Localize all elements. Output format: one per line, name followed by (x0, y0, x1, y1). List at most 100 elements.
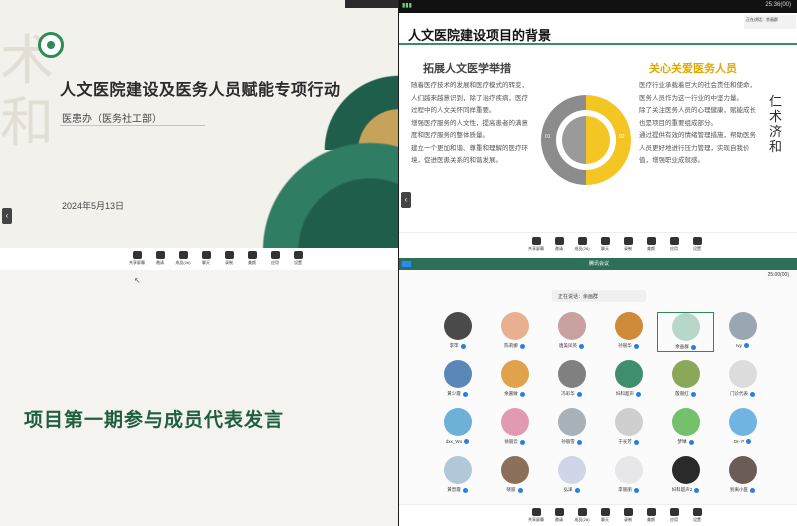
divider (60, 125, 205, 126)
participant-tile[interactable]: 晓丽 (486, 456, 543, 496)
participant-tile[interactable]: 梦琳 (657, 408, 714, 448)
members-icon (577, 508, 587, 516)
avatar (500, 408, 529, 436)
participant-tile[interactable]: 别离小医 (714, 456, 771, 496)
settings-button[interactable]: 设置 (688, 237, 706, 252)
mic-status-icon (633, 439, 639, 445)
participant-tile[interactable]: 孙丽华 (600, 312, 657, 352)
share-panel-headline-slide: ↖ 项目第一期参与成员代表发言 (0, 270, 398, 526)
participant-name-text: 冯彩华 (561, 391, 575, 396)
record-button[interactable]: 录制 (619, 508, 637, 523)
avatar (557, 360, 586, 388)
participant-name: 别离小医 (730, 487, 755, 493)
participant-tile[interactable]: 妇科超声 (600, 360, 657, 400)
ginkgo-leaf-decoration-2 (250, 120, 398, 250)
chat-button[interactable]: 聊天 (596, 237, 614, 252)
prev-slide-arrow-icon[interactable]: ‹ (2, 208, 12, 224)
chat-button[interactable]: 聊天 (596, 508, 614, 523)
participant-name-text: 李丽丽 (618, 487, 632, 492)
effects-icon (646, 508, 656, 516)
right-bullet-list: 医疗行业承载着巨大的社会责任和使命，医务人员作为这一行业的中坚力量。 除了关注医… (639, 80, 757, 168)
participant-tile[interactable]: 李萍 (429, 312, 486, 352)
share-screen-button[interactable]: 共享屏幕 (128, 251, 146, 266)
apps-icon (669, 508, 679, 516)
invite-button[interactable]: 邀请 (550, 508, 568, 523)
mic-status-icon (462, 391, 468, 397)
participant-name-text: 弘泽 (563, 487, 573, 492)
participant-tile[interactable]: Dr- P (714, 408, 771, 448)
effects-button[interactable]: 美颜 (642, 237, 660, 252)
chat-button[interactable]: 聊天 (197, 251, 215, 266)
participant-tile[interactable]: 孙丽雪 (543, 408, 600, 448)
invite-button[interactable]: 邀请 (151, 251, 169, 266)
prev-slide-arrow-icon[interactable]: ‹ (401, 192, 411, 208)
participant-name-text: 李萍 (449, 343, 459, 348)
members-button[interactable]: 成员(26) (573, 508, 591, 523)
participant-tile[interactable]: 冯彩华 (543, 360, 600, 400)
bullet-item: 建立一个更加和谐、尊重和理解的医疗环境，促进医患关系的和谐发展。 (411, 144, 528, 165)
ring-core (562, 116, 610, 164)
participant-tile[interactable]: 徐丽云 (486, 408, 543, 448)
participant-name-text: 门诊代表 (730, 391, 748, 396)
apps-button[interactable]: 应用 (266, 251, 284, 266)
avatar (671, 360, 700, 388)
mic-status-icon (690, 391, 696, 397)
effects-button[interactable]: 美颜 (642, 508, 660, 523)
slide-title: 人文医院建设项目的背景 (408, 28, 552, 43)
bullet-item: 通过提供有效的情绪管理措施，帮助医务人员更好地进行压力管理，实现自我价值，增强职… (639, 132, 756, 164)
avatar (500, 360, 529, 388)
window-topbar: 腾讯会议 (399, 258, 797, 270)
participant-name: dxx_Wu (446, 439, 470, 444)
apps-button[interactable]: 应用 (665, 508, 683, 523)
effects-button[interactable]: 美颜 (243, 251, 261, 266)
participant-name: 冯彩华 (561, 391, 582, 397)
avatar (500, 312, 529, 340)
apps-button[interactable]: 应用 (665, 237, 683, 252)
share-screen-button[interactable]: 共享屏幕 (527, 508, 545, 523)
participant-name-text: Ivy (736, 343, 742, 348)
record-button[interactable]: 录制 (220, 251, 238, 266)
members-button[interactable]: 成员(26) (174, 251, 192, 266)
participant-tile[interactable]: 余画群 (657, 312, 714, 352)
ring-label-02: 02 (619, 134, 625, 140)
settings-button[interactable]: 设置 (289, 251, 307, 266)
members-icon (577, 237, 587, 245)
settings-button[interactable]: 设置 (688, 508, 706, 523)
invite-button[interactable]: 邀请 (550, 237, 568, 252)
participant-tile[interactable]: 殷丽红 (657, 360, 714, 400)
participant-tile[interactable]: 于长芳 (600, 408, 657, 448)
participant-name: Ivy (736, 343, 749, 348)
participant-tile[interactable]: 陈莉娜 (486, 312, 543, 352)
speaking-indicator: 正在说话：余画群 (552, 290, 646, 302)
share-icon (132, 251, 142, 259)
participant-tile[interactable]: 李丽丽 (600, 456, 657, 496)
avatar (614, 360, 643, 388)
participant-tile[interactable]: 妇科超声2 (657, 456, 714, 496)
mic-status-icon (688, 439, 694, 445)
meeting-toolbar: 共享屏幕 邀请 成员(26) 聊天 录制 美颜 应用 设置 (0, 248, 398, 270)
participant-tile[interactable]: 黄少霞 (429, 360, 486, 400)
participant-name-text: 妇科超声2 (671, 487, 693, 492)
participant-tile[interactable]: 余嘉敏 (486, 360, 543, 400)
hospital-logo (38, 32, 64, 58)
participant-tile[interactable]: dxx_Wu (429, 408, 486, 448)
record-icon (623, 237, 633, 245)
share-screen-button[interactable]: 共享屏幕 (527, 237, 545, 252)
avatar (500, 456, 529, 484)
mic-status-icon (633, 487, 639, 493)
participant-tile[interactable]: Ivy (714, 312, 771, 352)
mic-status-icon (462, 487, 468, 493)
avatar (728, 360, 757, 388)
participant-tile[interactable]: 弘泽 (543, 456, 600, 496)
participant-tile[interactable]: 黄晋霞 (429, 456, 486, 496)
avatar (443, 408, 472, 436)
participant-tile[interactable]: 门诊代表 (714, 360, 771, 400)
members-button[interactable]: 成员(26) (573, 237, 591, 252)
record-button[interactable]: 录制 (619, 237, 637, 252)
meeting-timer: 25:36(00) (765, 2, 791, 8)
participant-name: 余嘉敏 (504, 391, 525, 397)
participant-tile[interactable]: 唐美凤英 (543, 312, 600, 352)
avatar (671, 456, 700, 484)
avatar (443, 312, 472, 340)
record-icon (623, 508, 633, 516)
